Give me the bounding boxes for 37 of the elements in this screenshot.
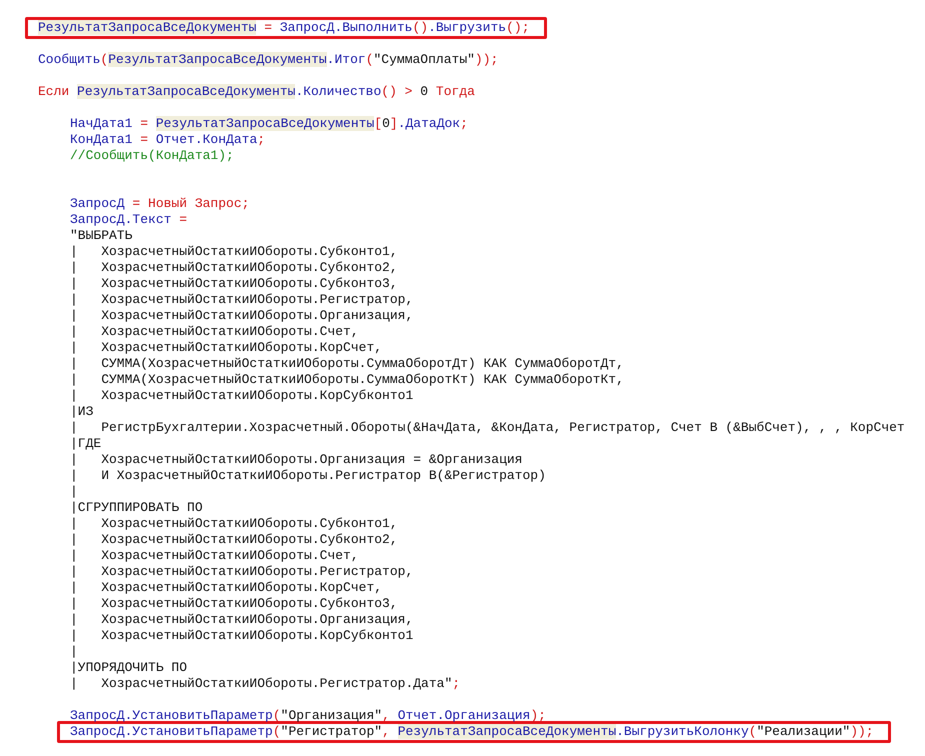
code-line: | ХозрасчетныйОстаткиИОбороты.КорСубконто1 xyxy=(70,628,414,644)
code-line: | ХозрасчетныйОстаткиИОбороты.Организация, xyxy=(70,308,414,324)
code-line: //Сообщить(КонДата1); xyxy=(70,148,234,164)
code-line: | ХозрасчетныйОстаткиИОбороты.Регистратор, xyxy=(70,564,414,580)
code-line: | ХозрасчетныйОстаткиИОбороты.КорСубконто1 xyxy=(70,388,414,404)
code-line: |ГДЕ xyxy=(70,436,102,452)
code-line: НачДата1 = РезультатЗапросаВсеДокументы[0].ДатаДок; xyxy=(70,116,468,132)
code-line: ЗапросД.Текст = xyxy=(70,212,188,228)
code-line: |УПОРЯДОЧИТЬ ПО xyxy=(70,660,188,676)
code-line: | xyxy=(70,484,78,500)
code-line: |СГРУППИРОВАТЬ ПО xyxy=(70,500,203,516)
code-line: | ХозрасчетныйОстаткиИОбороты.КорСчет, xyxy=(70,580,382,596)
code-line: "ВЫБРАТЬ xyxy=(70,228,132,244)
code-line: | СУММА(ХозрасчетныйОстаткиИОбороты.СуммаОборотКт) КАК СуммаОборотКт, xyxy=(70,372,624,388)
code-line: | И ХозрасчетныйОстаткиИОбороты.Регистратор В(&Регистратор) xyxy=(70,468,546,484)
code-line: | СУММА(ХозрасчетныйОстаткиИОбороты.СуммаОборотДт) КАК СуммаОборотДт, xyxy=(70,356,624,372)
code-line: |ИЗ xyxy=(70,404,94,420)
code-line: | ХозрасчетныйОстаткиИОбороты.Субконто3, xyxy=(70,276,398,292)
code-line: Если РезультатЗапросаВсеДокументы.Количество() > 0 Тогда xyxy=(38,84,475,100)
code-line: | ХозрасчетныйОстаткиИОбороты.Организация, xyxy=(70,612,414,628)
code-line: | ХозрасчетныйОстаткиИОбороты.Субконто2, xyxy=(70,260,398,276)
code-line: | ХозрасчетныйОстаткиИОбороты.Счет, xyxy=(70,548,359,564)
code-line: | ХозрасчетныйОстаткиИОбороты.Регистратор, xyxy=(70,292,414,308)
code-line: ЗапросД.УстановитьПараметр("Организация", Отчет.Организация); xyxy=(70,708,546,724)
code-line: | xyxy=(70,644,78,660)
code-line: | ХозрасчетныйОстаткиИОбороты.Организация = &Организация xyxy=(70,452,522,468)
code-line: | ХозрасчетныйОстаткиИОбороты.Счет, xyxy=(70,324,359,340)
code-line: | ХозрасчетныйОстаткиИОбороты.Субконто3, xyxy=(70,596,398,612)
code-line: | ХозрасчетныйОстаткиИОбороты.Субконто1, xyxy=(70,244,398,260)
code-line: | ХозрасчетныйОстаткиИОбороты.КорСчет, xyxy=(70,340,382,356)
code-line: Сообщить(РезультатЗапросаВсеДокументы.Итог("СуммаОплаты")); xyxy=(38,52,498,68)
code-line: | РегистрБухгалтерии.Хозрасчетный.Обороты(&НачДата, &КонДата, Регистратор, Счет В (&ВыбСчет), , , КорСчет xyxy=(70,420,905,436)
code-line: КонДата1 = Отчет.КонДата; xyxy=(70,132,266,148)
code-line: | ХозрасчетныйОстаткиИОбороты.Субконто1, xyxy=(70,516,398,532)
code-line: ЗапросД = Новый Запрос; xyxy=(70,196,250,212)
code-line: | ХозрасчетныйОстаткиИОбороты.Субконто2, xyxy=(70,532,398,548)
code-line: | ХозрасчетныйОстаткиИОбороты.Регистратор.Дата"; xyxy=(70,676,460,692)
